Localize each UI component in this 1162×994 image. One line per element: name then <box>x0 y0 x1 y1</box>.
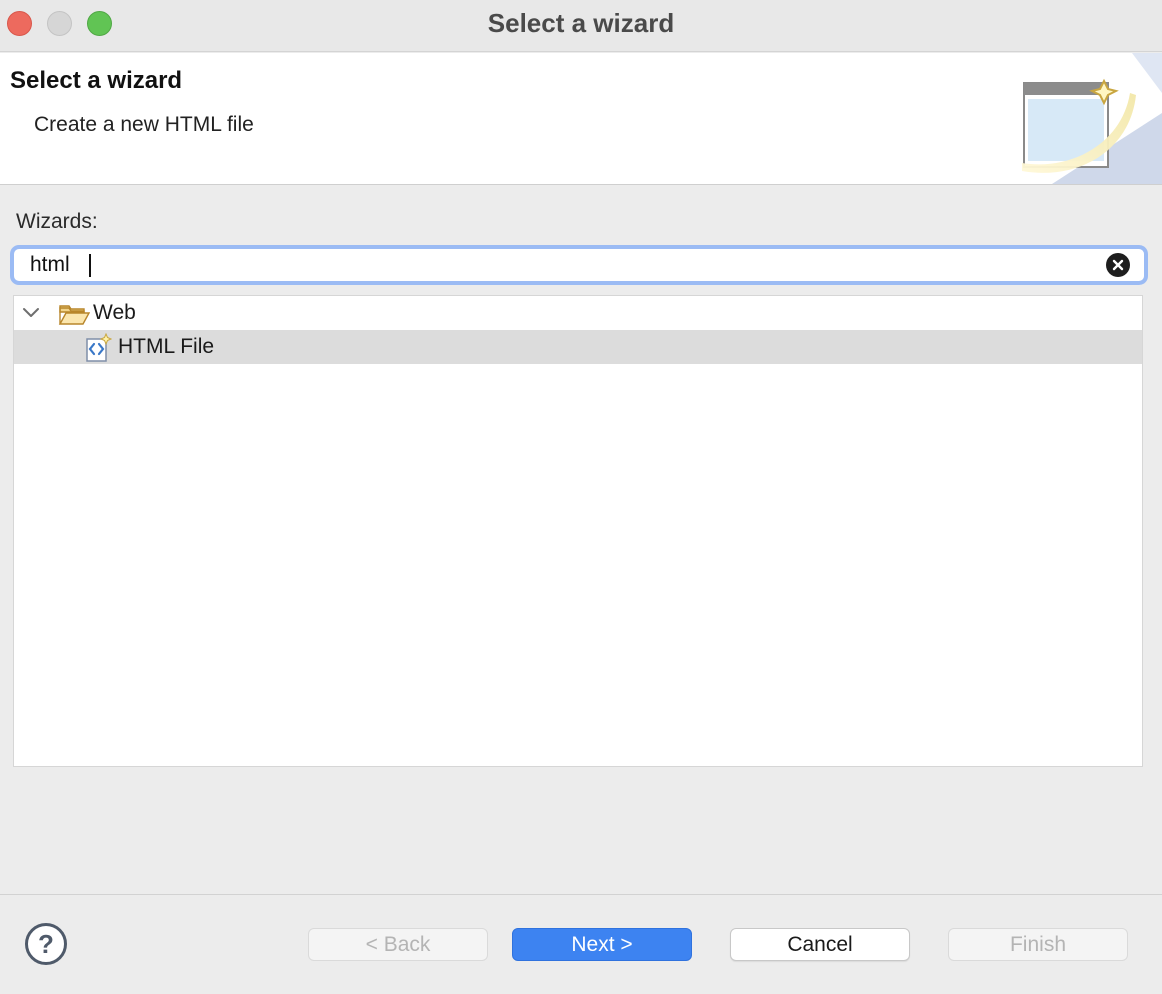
open-folder-icon <box>58 305 90 325</box>
wizard-filter-field[interactable] <box>10 245 1148 285</box>
html-file-wizard-icon <box>86 333 112 362</box>
wizard-dialog: Select a wizard Select a wizard Create a… <box>0 0 1162 994</box>
tree-item-label: Web <box>93 301 136 324</box>
tree-item-web[interactable]: Web <box>14 296 1142 330</box>
help-button[interactable]: ? <box>25 923 67 965</box>
finish-button[interactable]: Finish <box>948 928 1128 961</box>
back-button[interactable]: < Back <box>308 928 488 961</box>
wizard-filter-input[interactable] <box>14 249 1104 281</box>
window-title: Select a wizard <box>487 8 675 38</box>
wizard-header: Select a wizard Create a new HTML file <box>0 53 1162 185</box>
new-wizard-banner-icon <box>1022 53 1162 184</box>
page-title: Select a wizard <box>10 67 183 94</box>
wizards-label: Wizards: <box>16 210 98 233</box>
chevron-down-icon[interactable] <box>22 306 40 320</box>
page-description: Create a new HTML file <box>34 113 254 136</box>
text-caret <box>89 254 91 277</box>
next-button[interactable]: Next > <box>512 928 692 961</box>
title-bar: Select a wizard <box>0 0 1162 52</box>
tree-item-html-file[interactable]: HTML File <box>14 330 1142 364</box>
wizard-tree[interactable]: Web HTML File <box>13 295 1143 767</box>
tree-item-label: HTML File <box>118 335 215 358</box>
clear-circle-icon[interactable] <box>1106 253 1130 277</box>
cancel-button[interactable]: Cancel <box>730 928 910 961</box>
footer-divider <box>0 894 1162 895</box>
